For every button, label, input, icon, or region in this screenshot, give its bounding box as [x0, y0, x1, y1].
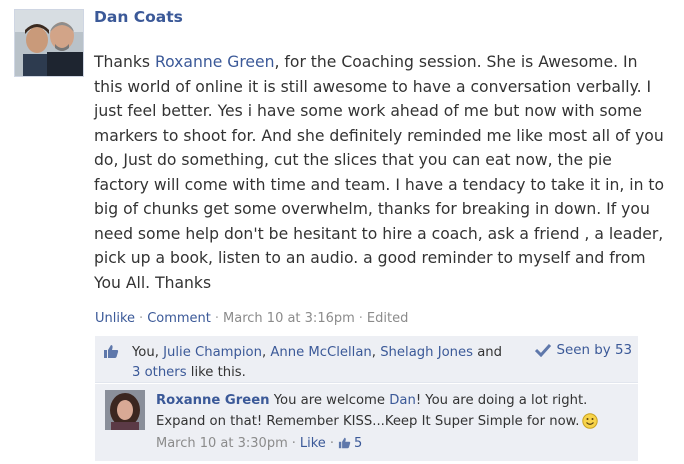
smiley-icon [582, 412, 599, 429]
comment-mention-link[interactable]: Dan [389, 393, 416, 408]
separator: · [358, 311, 363, 326]
commenter-name[interactable]: Roxanne Green [156, 393, 270, 408]
author-avatar[interactable] [14, 9, 84, 77]
comment-meta: March 10 at 3:30pm · Like · 5 [156, 436, 362, 451]
unlike-link[interactable]: Unlike [95, 311, 135, 326]
comment-timestamp[interactable]: March 10 at 3:30pm [156, 436, 288, 451]
post-timestamp[interactable]: March 10 at 3:16pm [223, 311, 355, 326]
seen-by-indicator[interactable]: Seen by 53 [534, 343, 632, 358]
seen-by-count: Seen by 53 [556, 343, 632, 358]
comment-link[interactable]: Comment [147, 311, 211, 326]
thumbs-up-icon [338, 437, 351, 449]
post-text-rest: , for the Coaching session. She is Aweso… [94, 53, 665, 292]
comment-text: Roxanne Green You are welcome Dan! You a… [156, 391, 626, 432]
likes-suffix: like this. [186, 364, 246, 380]
likes-summary: You, Julie Champion, Anne McClellan, She… [132, 343, 512, 382]
separator: · [139, 311, 144, 326]
others-link[interactable]: 3 others [132, 365, 187, 380]
separator: · [291, 436, 296, 451]
post-text-start: Thanks [94, 53, 155, 71]
post-actions: Unlike · Comment · March 10 at 3:16pm · Edited [95, 311, 408, 326]
likes-and: and [473, 345, 503, 360]
checkmark-icon [534, 343, 551, 358]
comment-like-count[interactable]: 5 [338, 436, 362, 451]
thumbs-up-icon [103, 344, 119, 359]
like-count-value: 5 [353, 436, 363, 451]
comment-text-start: You are welcome [269, 393, 390, 408]
post-text: Thanks Roxanne Green, for the Coaching s… [94, 50, 670, 295]
liker-link[interactable]: Anne McClellan [270, 345, 371, 360]
separator: · [329, 436, 334, 451]
likes-panel: You, Julie Champion, Anne McClellan, She… [95, 336, 638, 383]
post-mention-link[interactable]: Roxanne Green [155, 53, 275, 71]
comment-item: Roxanne Green You are welcome Dan! You a… [95, 384, 638, 461]
comment-like-link[interactable]: Like [300, 436, 326, 451]
liker-link[interactable]: Julie Champion [163, 345, 262, 360]
separator: · [214, 311, 220, 326]
liker-link[interactable]: Shelagh Jones [380, 345, 473, 360]
post-author-name[interactable]: Dan Coats [94, 8, 183, 26]
commenter-avatar[interactable] [105, 390, 145, 430]
likes-comma: , [371, 345, 381, 360]
edited-label[interactable]: Edited [367, 311, 408, 326]
likes-prefix: You, [132, 345, 164, 360]
